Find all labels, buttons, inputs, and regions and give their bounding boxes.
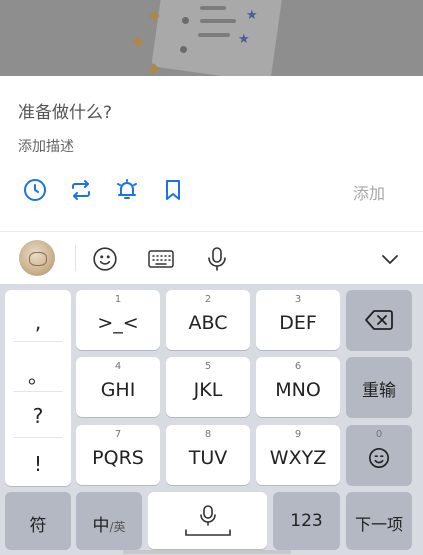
illustration-dot <box>180 46 187 53</box>
space-mic-icon <box>200 505 216 526</box>
illustration-dot <box>182 17 189 24</box>
task-title-input[interactable]: 准备做什么? <box>18 98 112 123</box>
key-number: 0 <box>375 429 383 440</box>
space-key[interactable] <box>148 492 267 549</box>
key-number: 4 <box>114 361 122 372</box>
key-number: 8 <box>204 429 212 440</box>
reenter-key[interactable]: 重输 <box>346 357 412 417</box>
language-switch-label: 中/英 <box>76 511 142 536</box>
key-number: 3 <box>294 294 302 305</box>
illustration-card <box>151 0 285 76</box>
next-label: 下一项 <box>354 515 403 534</box>
task-description-input[interactable]: 添加描述 <box>18 136 74 156</box>
star-icon: ★ <box>246 8 258 23</box>
emoji-icon[interactable] <box>91 245 119 273</box>
space-bar-icon <box>185 529 231 536</box>
reenter-label: 重输 <box>362 381 396 401</box>
punct-separator <box>13 391 63 392</box>
key-label: TUV <box>188 447 228 469</box>
emoji-face-icon <box>369 448 389 468</box>
punct-separator <box>13 341 63 342</box>
key-0-emoji[interactable]: 0 <box>346 425 412 485</box>
key-label: WXYZ <box>269 447 327 469</box>
punct-key[interactable]: ! <box>5 452 71 476</box>
key-label: ABC <box>188 312 228 334</box>
next-key[interactable]: 下一项 <box>346 492 412 549</box>
key-label: >_< <box>97 312 139 334</box>
numbers-label: 123 <box>290 511 323 531</box>
backspace-key[interactable] <box>346 290 412 350</box>
key-label: JKL <box>193 379 223 401</box>
key-label: DEF <box>279 312 317 334</box>
keyboard-toolbar <box>0 231 423 284</box>
key-1[interactable]: 1 >_< <box>76 290 160 350</box>
key-8[interactable]: 8 TUV <box>166 425 250 485</box>
illustration-line <box>200 19 236 23</box>
key-label: GHI <box>100 379 136 401</box>
illustration-line <box>200 6 226 10</box>
key-2[interactable]: 2 ABC <box>166 290 250 350</box>
key-number: 7 <box>114 429 122 440</box>
key-number: 2 <box>204 294 212 305</box>
add-button[interactable]: 添加 <box>353 180 385 204</box>
alarm-icon[interactable] <box>114 177 140 203</box>
key-label: PQRS <box>92 447 144 469</box>
symbols-label: 符 <box>29 516 47 536</box>
keyboard-icon[interactable] <box>147 245 175 273</box>
avatar[interactable] <box>19 240 55 276</box>
clock-icon[interactable] <box>22 177 48 203</box>
microphone-icon[interactable] <box>203 245 231 273</box>
key-6[interactable]: 6 MNO <box>256 357 340 417</box>
task-input-sheet: 准备做什么? 添加描述 添加 <box>0 76 423 231</box>
background-overlay[interactable]: ★ ★ <box>0 0 423 76</box>
home-indicator[interactable] <box>123 550 291 554</box>
language-sub-label: /英 <box>109 520 126 534</box>
symbols-key[interactable]: 符 <box>5 492 71 549</box>
key-number: 5 <box>204 361 212 372</box>
punct-key[interactable]: , <box>5 310 71 334</box>
chevron-down-icon[interactable] <box>376 245 404 273</box>
key-4[interactable]: 4 GHI <box>76 357 160 417</box>
toolbar-divider <box>75 245 76 271</box>
star-icon: ★ <box>238 32 250 47</box>
punctuation-column[interactable]: , 。 ? ! <box>5 290 71 486</box>
key-3[interactable]: 3 DEF <box>256 290 340 350</box>
key-number: 9 <box>294 429 302 440</box>
language-main-label: 中 <box>92 516 110 536</box>
task-action-bar <box>22 177 206 203</box>
language-switch-key[interactable]: 中/英 <box>76 492 142 549</box>
key-9[interactable]: 9 WXYZ <box>256 425 340 485</box>
key-label: MNO <box>275 379 321 401</box>
key-number: 1 <box>114 294 122 305</box>
key-7[interactable]: 7 PQRS <box>76 425 160 485</box>
key-number: 6 <box>294 361 302 372</box>
numbers-key[interactable]: 123 <box>273 492 340 549</box>
punct-separator <box>13 437 63 438</box>
punct-key[interactable]: 。 <box>5 360 71 389</box>
punct-key[interactable]: ? <box>5 404 71 428</box>
bookmark-icon[interactable] <box>160 177 186 203</box>
backspace-icon <box>365 310 393 330</box>
repeat-icon[interactable] <box>68 177 94 203</box>
nine-key-keyboard: , 。 ? ! 1 >_< 2 ABC 3 DEF 4 GHI 5 JKL 6 … <box>0 284 423 555</box>
key-5[interactable]: 5 JKL <box>166 357 250 417</box>
illustration-line <box>198 33 230 37</box>
diamond-decoration <box>132 36 144 48</box>
